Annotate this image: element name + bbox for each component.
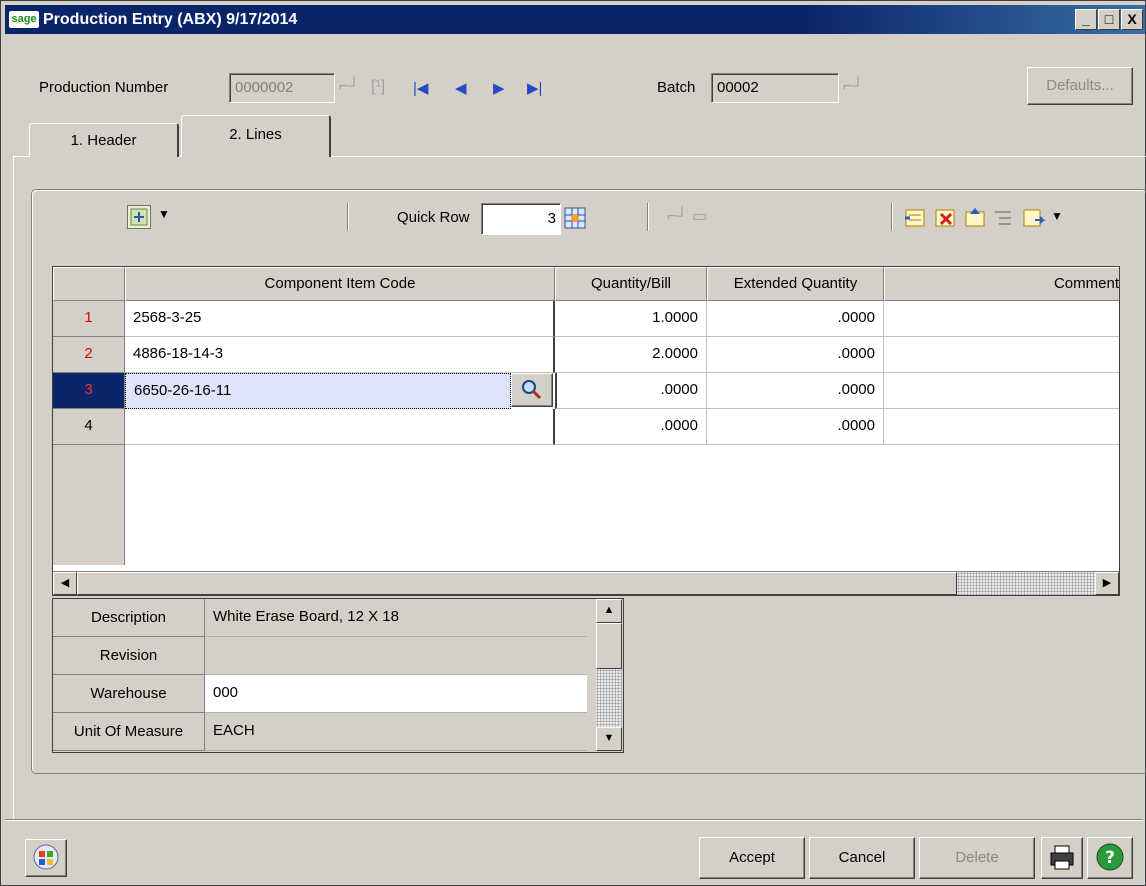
cell-comment[interactable] xyxy=(884,409,1119,445)
svg-text:?: ? xyxy=(1105,848,1115,868)
document-disabled-icon: [¹] xyxy=(371,78,386,95)
row-header-fill xyxy=(53,445,125,565)
cell-quantity-bill[interactable]: .0000 xyxy=(555,409,707,445)
toolbar-separator xyxy=(347,203,349,231)
cell-extended-quantity: .0000 xyxy=(707,373,884,409)
cell-extended-quantity: .0000 xyxy=(707,301,884,337)
lines-grid: Component Item Code Quantity/Bill Extend… xyxy=(52,266,1120,596)
cell-item-code[interactable]: 2568-3-25 xyxy=(125,301,555,337)
scroll-thumb[interactable] xyxy=(77,572,957,595)
cell-item-code[interactable]: 4886-18-14-3 xyxy=(125,337,555,373)
tab-lines[interactable]: 2. Lines xyxy=(181,115,331,157)
grid-options-icon[interactable] xyxy=(127,205,151,229)
chevron-down-icon[interactable]: ▼ xyxy=(158,207,170,221)
help-icon: ? xyxy=(1096,843,1124,871)
move-row-up-icon[interactable] xyxy=(963,206,987,230)
item-details-panel: Description White Erase Board, 12 X 18 R… xyxy=(52,598,624,753)
revision-value xyxy=(205,637,587,675)
scroll-up-icon[interactable]: ▲ xyxy=(596,599,622,623)
cancel-button[interactable]: Cancel xyxy=(809,837,915,879)
accept-button[interactable]: Accept xyxy=(699,837,805,879)
scroll-down-icon[interactable]: ▼ xyxy=(596,727,622,751)
delete-row-icon[interactable] xyxy=(933,206,957,230)
delete-button[interactable]: Delete xyxy=(919,837,1035,879)
column-header-extended-quantity[interactable]: Extended Quantity xyxy=(707,267,884,301)
column-header-comment[interactable]: Comment xyxy=(884,267,1119,301)
lookup-disabled-icon: ⌐┘ xyxy=(339,78,360,95)
description-value: White Erase Board, 12 X 18 xyxy=(205,599,587,637)
maximize-button[interactable]: □ xyxy=(1098,9,1120,30)
unit-of-measure-label: Unit Of Measure xyxy=(53,713,205,751)
cell-quantity-bill[interactable]: 1.0000 xyxy=(555,301,707,337)
batch-label: Batch xyxy=(657,79,696,96)
sage-logo: sage xyxy=(9,11,39,28)
minimize-button[interactable]: _ xyxy=(1075,9,1097,30)
cell-comment[interactable] xyxy=(884,373,1119,409)
row-actions-chevron-icon[interactable]: ▼ xyxy=(1051,209,1063,223)
scroll-right-icon[interactable]: ▶ xyxy=(1095,572,1119,595)
footer-divider xyxy=(5,819,1143,821)
grid-corner xyxy=(53,267,125,301)
first-record-icon[interactable]: |◀ xyxy=(413,79,428,99)
cell-item-code-editing[interactable]: 6650-26-16-11 xyxy=(125,373,511,409)
revision-label: Revision xyxy=(53,637,205,675)
print-button[interactable] xyxy=(1041,837,1083,879)
row-actions-icon[interactable] xyxy=(1021,206,1047,230)
details-scroll-thumb[interactable] xyxy=(596,623,622,669)
cell-item-code[interactable] xyxy=(125,409,555,445)
warehouse-label: Warehouse xyxy=(53,675,205,713)
row-header-selected[interactable]: 3 xyxy=(53,373,125,409)
production-number-label: Production Number xyxy=(39,79,169,96)
defaults-button[interactable]: Defaults... xyxy=(1027,67,1133,105)
cell-extended-quantity: .0000 xyxy=(707,409,884,445)
row-header[interactable]: 1 xyxy=(53,301,125,337)
quick-row-label: Quick Row xyxy=(397,209,470,226)
windows-help-button[interactable] xyxy=(25,839,67,877)
magnifier-icon xyxy=(522,380,542,400)
cell-comment[interactable] xyxy=(884,337,1119,373)
production-entry-window: sage Production Entry (ABX) 9/17/2014 _ … xyxy=(0,0,1146,886)
column-header-quantity-bill[interactable]: Quantity/Bill xyxy=(555,267,707,301)
item-lookup-button[interactable] xyxy=(511,373,553,407)
batch-lookup-disabled-icon: ⌐┘ xyxy=(843,78,864,95)
close-button[interactable]: X xyxy=(1121,9,1143,30)
indent-row-icon xyxy=(991,206,1015,230)
last-record-icon[interactable]: ▶| xyxy=(527,79,542,99)
quick-row-input[interactable]: 3 xyxy=(481,203,561,235)
go-to-row-icon[interactable] xyxy=(563,206,587,230)
cell-comment[interactable] xyxy=(884,301,1119,337)
grid-horizontal-scrollbar[interactable]: ◀ ▶ xyxy=(53,571,1119,595)
row-header[interactable]: 4 xyxy=(53,409,125,445)
toolbar-separator-3 xyxy=(891,203,893,231)
windows-logo-icon xyxy=(33,844,59,870)
warehouse-value[interactable]: 000 xyxy=(205,675,587,713)
column-header-item-code[interactable]: Component Item Code xyxy=(125,267,555,301)
scroll-left-icon[interactable]: ◀ xyxy=(53,572,77,595)
insert-row-icon[interactable] xyxy=(903,206,927,230)
scroll-track[interactable] xyxy=(957,572,1095,595)
description-label: Description xyxy=(53,599,205,637)
cell-quantity-bill[interactable]: 2.0000 xyxy=(555,337,707,373)
unit-of-measure-value: EACH xyxy=(205,713,587,751)
toolbar-separator-2 xyxy=(647,203,649,231)
title-bar[interactable]: sage Production Entry (ABX) 9/17/2014 _ … xyxy=(5,5,1145,34)
next-record-icon[interactable]: ▶ xyxy=(493,79,505,99)
printer-icon xyxy=(1050,845,1074,870)
cell-quantity-bill[interactable]: .0000 xyxy=(555,373,707,409)
tab-header[interactable]: 1. Header xyxy=(29,123,179,157)
batch-field[interactable]: 00002 xyxy=(711,73,839,103)
item-lookup-disabled-icon: ⌐┘ ▭ xyxy=(667,208,708,225)
help-button[interactable]: ? xyxy=(1087,837,1133,879)
previous-record-icon[interactable]: ◀ xyxy=(455,79,467,99)
cell-extended-quantity: .0000 xyxy=(707,337,884,373)
details-scroll-track[interactable] xyxy=(596,669,622,727)
window-title: Production Entry (ABX) 9/17/2014 xyxy=(43,11,298,28)
details-vertical-scrollbar[interactable]: ▲ ▼ xyxy=(594,599,623,752)
row-header[interactable]: 2 xyxy=(53,337,125,373)
production-number-field[interactable]: 0000002 xyxy=(229,73,335,103)
